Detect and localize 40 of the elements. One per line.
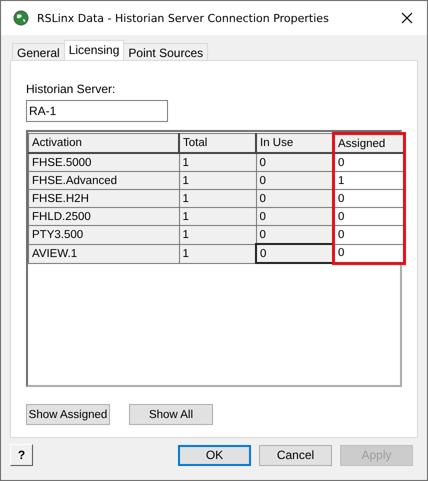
table-cell: FHSE.H2H: [28, 190, 179, 208]
table-cell: 1: [179, 153, 256, 172]
table-cell[interactable]: 0: [334, 226, 404, 244]
table-cell[interactable]: 0: [334, 208, 404, 226]
globe-icon: [13, 10, 29, 26]
table-cell: 0: [256, 190, 334, 208]
button[interactable]: Show Assigned: [26, 404, 110, 425]
table-cell: FHSE.5000: [28, 153, 179, 172]
table-cell: 1: [179, 244, 256, 263]
tab[interactable]: General: [12, 43, 65, 60]
table-cell: 0: [256, 208, 334, 226]
column-header[interactable]: In Use: [256, 134, 334, 153]
table-cell[interactable]: 0: [334, 190, 404, 208]
table-cell: 1: [179, 226, 256, 244]
close-icon[interactable]: [401, 12, 413, 24]
table-cell: 0: [256, 244, 334, 263]
tab[interactable]: Point Sources: [123, 43, 208, 60]
help-button[interactable]: ?: [10, 444, 33, 466]
column-header[interactable]: Activation: [28, 134, 179, 153]
table-cell[interactable]: 1: [334, 172, 404, 190]
table-cell: AVIEW.1: [28, 244, 179, 263]
field-label: Historian Server:: [26, 82, 116, 96]
table-cell: FHSE.Advanced: [28, 172, 179, 190]
column-header[interactable]: Total: [179, 134, 256, 153]
table-cell: 0: [256, 153, 334, 172]
column-header[interactable]: Assigned: [334, 134, 404, 153]
table-cell: 0: [256, 172, 334, 190]
button[interactable]: OK: [178, 444, 251, 466]
table-cell: 1: [179, 208, 256, 226]
table-cell[interactable]: 0: [334, 153, 404, 172]
table-cell: 1: [179, 172, 256, 190]
button[interactable]: Show All: [129, 404, 213, 425]
tab[interactable]: Licensing: [64, 40, 124, 60]
table-cell: 1: [179, 190, 256, 208]
button[interactable]: Cancel: [259, 444, 332, 466]
server-field[interactable]: RA-1: [26, 100, 168, 122]
table-cell: FHLD.2500: [28, 208, 179, 226]
table-cell[interactable]: 0: [334, 244, 404, 263]
table-cell: PTY3.500: [28, 226, 179, 244]
window-title: RSLinx Data - Historian Server Connection Properties: [37, 12, 330, 24]
